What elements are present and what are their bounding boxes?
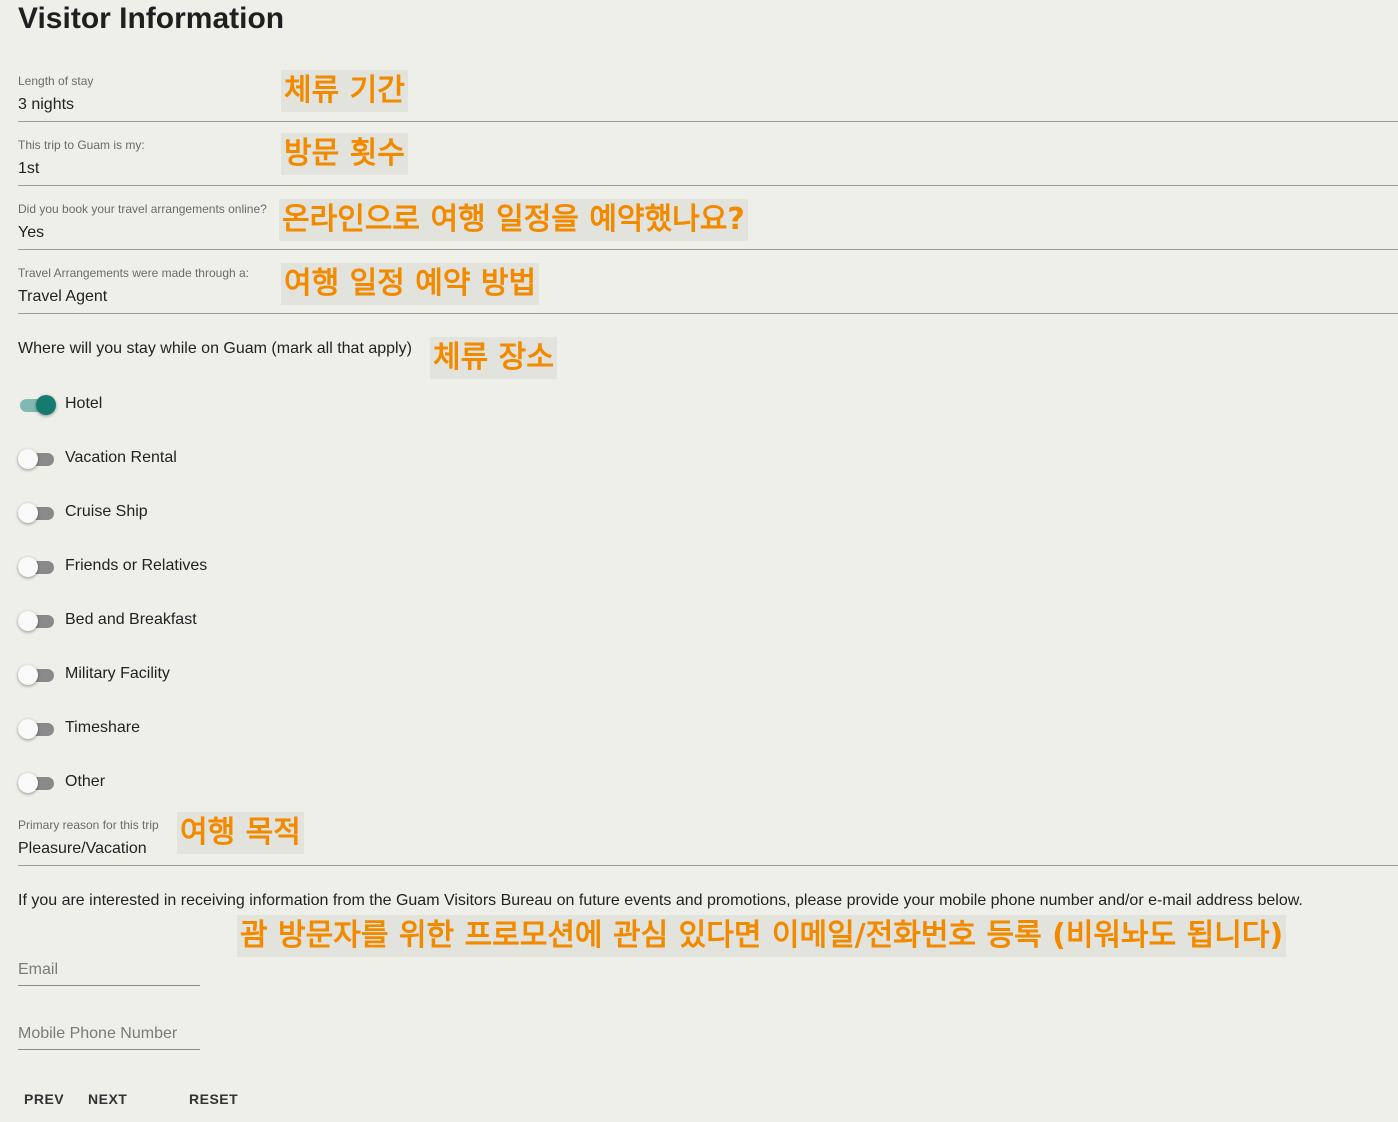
toggle-hotel[interactable] (18, 393, 56, 417)
primary-reason-value[interactable]: Pleasure/Vacation (18, 840, 147, 858)
toggle-other[interactable] (18, 771, 56, 795)
toggle-vacation-rental[interactable] (18, 447, 56, 471)
primary-reason-annotation: 여행 목적 (177, 812, 304, 854)
booked-online-value[interactable]: Yes (18, 224, 44, 242)
length-of-stay-underline (18, 121, 1398, 122)
toggle-friends-relatives-label: Friends or Relatives (65, 557, 208, 574)
length-of-stay-value[interactable]: 3 nights (18, 96, 74, 114)
booked-online-annotation: 온라인으로 여행 일정을 예약했나요? (279, 199, 748, 241)
toggle-bed-breakfast[interactable] (18, 609, 56, 633)
promo-info-text: If you are interested in receiving infor… (18, 892, 1303, 909)
toggle-other-label: Other (65, 773, 106, 790)
toggle-friends-relatives[interactable] (18, 555, 56, 579)
arrangement-method-annotation: 여행 일정 예약 방법 (281, 263, 540, 305)
length-of-stay-label: Length of stay (18, 74, 94, 88)
prev-button[interactable]: PREV (24, 1091, 64, 1107)
arrangement-method-underline (18, 313, 1398, 314)
toggle-timeshare[interactable] (18, 717, 56, 741)
trip-count-underline (18, 185, 1398, 186)
arrangement-method-value[interactable]: Travel Agent (18, 288, 107, 306)
page-title: Visitor Information (18, 2, 285, 35)
reset-button[interactable]: RESET (189, 1091, 238, 1107)
toggle-bed-breakfast-label: Bed and Breakfast (65, 611, 197, 628)
trip-count-annotation: 방문 횟수 (281, 133, 408, 175)
booked-online-label: Did you book your travel arrangements on… (18, 202, 267, 216)
primary-reason-underline (18, 865, 1398, 866)
length-of-stay-annotation: 체류 기간 (281, 70, 408, 112)
stay-question: Where will you stay while on Guam (mark … (18, 340, 412, 357)
trip-count-label: This trip to Guam is my: (18, 138, 145, 152)
trip-count-value[interactable]: 1st (18, 160, 39, 178)
toggle-cruise-ship-label: Cruise Ship (65, 503, 148, 520)
toggle-military-facility-label: Military Facility (65, 665, 170, 682)
toggle-vacation-rental-label: Vacation Rental (65, 449, 177, 466)
toggle-hotel-label: Hotel (65, 395, 103, 412)
stay-annotation: 체류 장소 (430, 337, 557, 379)
mobile-phone-input[interactable] (18, 1019, 200, 1050)
toggle-military-facility[interactable] (18, 663, 56, 687)
promo-annotation: 괌 방문자를 위한 프로모션에 관심 있다면 이메일/전화번호 등록 (비워놔도… (237, 915, 1287, 957)
email-input[interactable] (18, 955, 200, 986)
arrangement-method-label: Travel Arrangements were made through a: (18, 266, 250, 280)
toggle-timeshare-label: Timeshare (65, 719, 140, 736)
primary-reason-label: Primary reason for this trip (18, 818, 159, 832)
booked-online-underline (18, 249, 1398, 250)
next-button[interactable]: NEXT (88, 1091, 127, 1107)
toggle-cruise-ship[interactable] (18, 501, 56, 525)
